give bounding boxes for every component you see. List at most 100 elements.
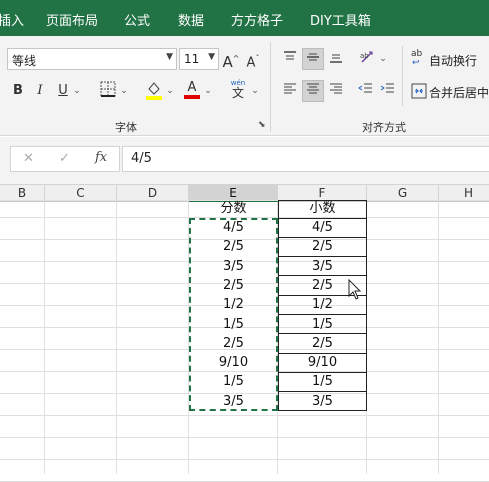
align-bottom-icon <box>330 54 342 63</box>
header-cell-fraction[interactable]: 分数 <box>189 200 278 218</box>
border-button[interactable] <box>98 81 118 101</box>
insert-function-icon[interactable]: fx <box>95 150 107 165</box>
table-row-border <box>278 256 367 258</box>
italic-button[interactable]: I <box>31 81 49 101</box>
tab-page-layout[interactable]: 页面布局 <box>46 10 98 29</box>
align-left-button[interactable] <box>280 81 300 101</box>
shrink-font-button[interactable]: Aˇ <box>244 49 262 70</box>
align-center-icon <box>307 83 319 94</box>
decimal-cell[interactable]: 2/5 <box>278 237 367 256</box>
tab-fangfang-gezi[interactable]: 方方格子 <box>231 10 283 29</box>
fill-color-button[interactable] <box>144 80 164 100</box>
chevron-down-icon[interactable]: ⌄ <box>250 81 260 101</box>
decimal-cell[interactable]: 2/5 <box>278 334 367 353</box>
chevron-down-icon: ▼ <box>208 52 215 62</box>
tab-data[interactable]: 数据 <box>178 10 204 29</box>
wrap-text-button[interactable]: ab ↩ 自动换行 <box>409 50 487 70</box>
fraction-cell[interactable]: 3/5 <box>189 257 278 276</box>
text-orientation-icon: ab <box>360 51 373 63</box>
formula-bar: ✕ ✓ fx 4/5 <box>0 137 489 185</box>
chevron-down-icon[interactable]: ⌄ <box>378 49 388 69</box>
align-center-button[interactable] <box>302 80 324 102</box>
font-name-value: 等线 <box>12 54 37 68</box>
tab-insert[interactable]: 插入 <box>0 10 24 29</box>
fraction-cell[interactable]: 2/5 <box>189 237 278 256</box>
decimal-cell[interactable]: 3/5 <box>278 257 367 276</box>
mouse-cursor-icon <box>348 279 362 300</box>
align-group-label: 对齐方式 <box>362 121 406 134</box>
decimal-cell[interactable]: 1/5 <box>278 315 367 334</box>
fraction-cell[interactable]: 1/5 <box>189 372 278 391</box>
tab-formulas[interactable]: 公式 <box>124 10 150 29</box>
table-row-border <box>278 371 367 373</box>
table-row-border <box>278 236 367 238</box>
confirm-icon[interactable]: ✓ <box>59 151 70 166</box>
chevron-down-icon[interactable]: ⌄ <box>119 81 129 101</box>
grow-font-button[interactable]: A^ <box>222 49 240 71</box>
group-divider <box>270 42 271 132</box>
grow-font-icon: A <box>222 53 233 71</box>
decimal-cell[interactable]: 4/5 <box>278 218 367 237</box>
phonetic-char: 文 <box>231 86 244 100</box>
font-color-icon: A <box>187 80 197 95</box>
phonetic-button[interactable]: wén 文 <box>227 78 249 100</box>
underline-button[interactable]: U <box>54 81 72 101</box>
table-row-border <box>278 314 367 315</box>
merge-center-label: 合并后居中 <box>429 86 489 100</box>
fraction-cell[interactable]: 3/5 <box>189 392 278 411</box>
fraction-cell[interactable]: 1/2 <box>189 295 278 314</box>
wrap-arrow-icon: ↩ <box>412 58 420 68</box>
fraction-cell[interactable]: 2/5 <box>189 334 278 353</box>
fraction-cell[interactable]: 2/5 <box>189 276 278 295</box>
fraction-cell[interactable]: 4/5 <box>189 218 278 237</box>
chevron-down-icon[interactable]: ⌄ <box>165 81 175 101</box>
gridline <box>438 202 439 474</box>
fraction-cell[interactable]: 9/10 <box>189 353 278 372</box>
align-right-icon <box>330 83 342 94</box>
font-size-combo[interactable]: 11 ▼ <box>179 48 219 70</box>
decimal-cell[interactable]: 3/5 <box>278 392 367 411</box>
align-middle-button[interactable] <box>302 48 324 70</box>
table-row-border <box>278 217 367 219</box>
border-icon <box>100 81 116 97</box>
decrease-indent-button[interactable] <box>356 81 376 101</box>
font-size-value: 11 <box>184 52 200 66</box>
font-color-button[interactable]: A <box>182 80 202 100</box>
decimal-cell[interactable]: 1/5 <box>278 372 367 391</box>
table-column-border <box>278 200 279 411</box>
chevron-down-icon: ▼ <box>166 52 173 62</box>
paint-bucket-icon <box>146 82 162 100</box>
fraction-cell[interactable]: 1/5 <box>189 315 278 334</box>
wrap-text-label: 自动换行 <box>429 54 478 68</box>
font-group-label: 字体 <box>115 121 137 134</box>
align-left-icon <box>284 83 296 94</box>
align-right-button[interactable] <box>326 81 346 101</box>
increase-indent-icon <box>380 83 394 93</box>
table-row-border <box>278 333 367 335</box>
group-divider <box>402 46 403 106</box>
align-middle-icon <box>307 53 319 61</box>
gridline <box>0 415 489 416</box>
gridline <box>116 202 117 474</box>
table-row-border <box>278 352 367 354</box>
table-row-border <box>278 391 367 393</box>
font-name-combo[interactable]: 等线 ▼ <box>7 48 177 70</box>
align-top-button[interactable] <box>280 49 300 69</box>
gridline <box>44 202 45 474</box>
increase-indent-button[interactable] <box>378 81 398 101</box>
merge-center-button[interactable]: 合并后居中 <box>409 82 489 102</box>
chevron-down-icon[interactable]: ⌄ <box>203 81 213 101</box>
chevron-down-icon[interactable]: ⌄ <box>72 81 82 101</box>
align-bottom-button[interactable] <box>326 49 346 69</box>
orientation-button[interactable]: ab <box>357 49 379 69</box>
tab-diy-toolbox[interactable]: DIY工具箱 <box>310 10 371 29</box>
decimal-cell[interactable]: 9/10 <box>278 353 367 372</box>
ribbon-home: 等线 ▼ 11 ▼ A^ Aˇ B I U ⌄ ⌄ ⌄ A ⌄ wén 文 ⌄ … <box>0 36 489 136</box>
cancel-icon[interactable]: ✕ <box>23 151 34 166</box>
bold-button[interactable]: B <box>9 81 27 101</box>
dialog-launcher-icon[interactable]: ⬊ <box>258 120 266 130</box>
font-color-swatch <box>184 95 200 99</box>
align-top-icon <box>284 51 296 60</box>
formula-input[interactable]: 4/5 <box>122 146 489 172</box>
merge-cells-icon <box>411 83 427 99</box>
